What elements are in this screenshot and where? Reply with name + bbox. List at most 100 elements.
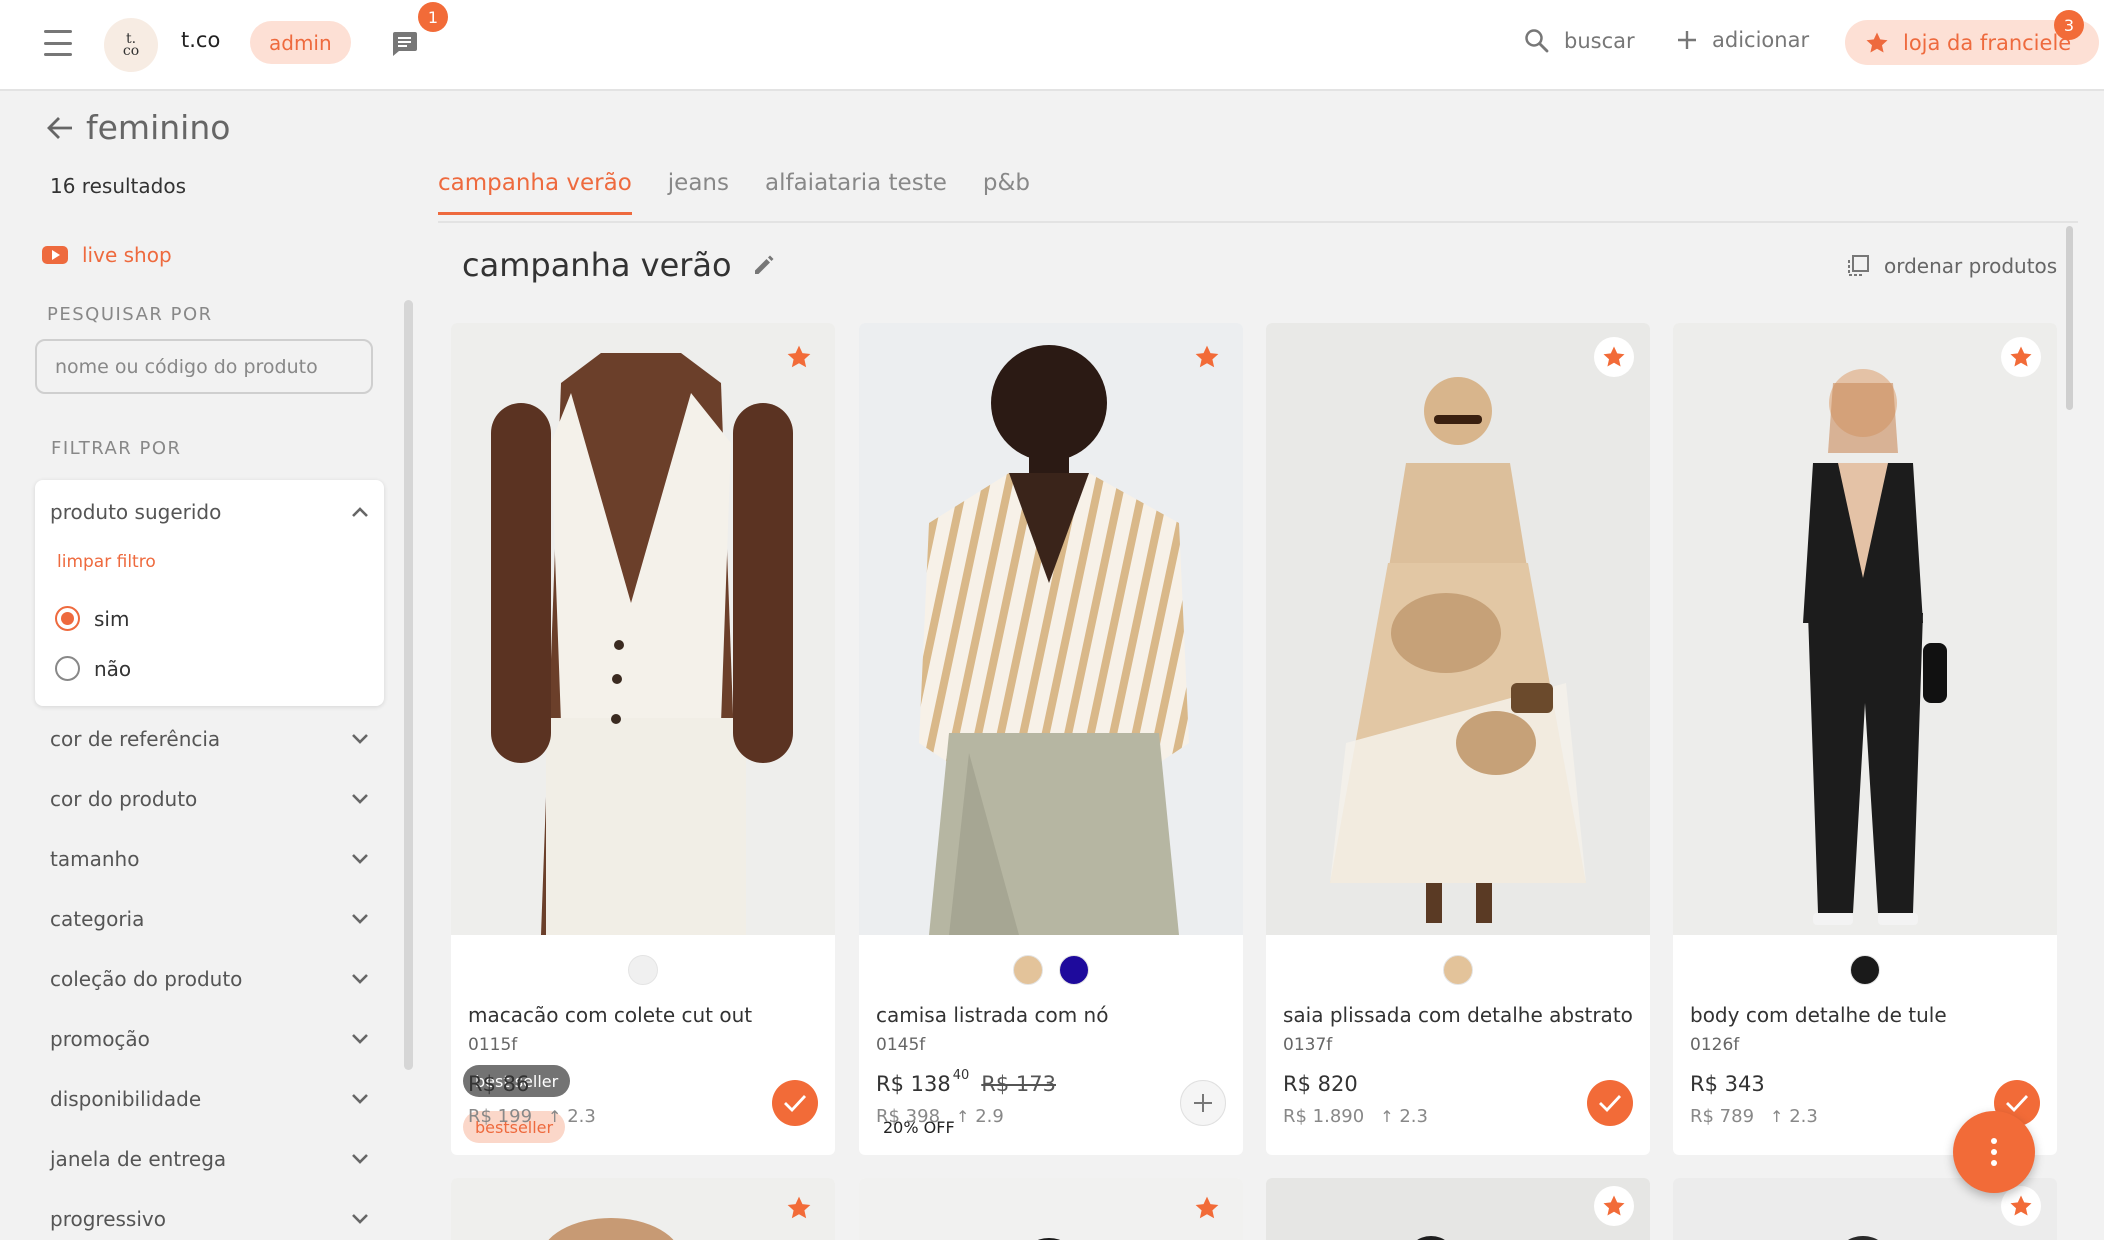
brand-name: t.co	[181, 28, 221, 52]
filter-facet-label: cor de referência	[50, 727, 221, 751]
chevron-down-icon	[352, 1034, 368, 1044]
chevron-down-icon	[352, 1214, 368, 1224]
radio-option-yes[interactable]: sim	[55, 606, 129, 631]
product-price: R$ 343	[1690, 1072, 1765, 1096]
favorite-star-icon[interactable]	[2001, 337, 2041, 377]
filter-facet[interactable]: coleção do produto	[50, 967, 370, 991]
favorite-star-icon[interactable]	[1187, 1188, 1227, 1228]
clear-filter-link[interactable]: limpar filtro	[57, 552, 156, 572]
arrow-up-icon: ↑	[956, 1107, 970, 1126]
product-name[interactable]: body com detalhe de tule	[1690, 1003, 1947, 1027]
color-swatches	[451, 955, 835, 985]
product-card[interactable]: body com detalhe de tule 0126f R$ 343 R$…	[1673, 323, 2057, 1155]
product-price: R$ 820	[1283, 1072, 1358, 1096]
filter-facet[interactable]: promoção	[50, 1027, 370, 1051]
product-card-partial[interactable]	[859, 1178, 1243, 1240]
sidebar-scrollbar[interactable]	[404, 300, 413, 1070]
store-label: loja da franciele	[1903, 30, 2072, 55]
product-image[interactable]	[451, 323, 835, 935]
radio-option-no[interactable]: não	[55, 656, 131, 681]
live-video-icon	[42, 246, 68, 264]
main-scrollbar[interactable]	[2066, 226, 2073, 410]
logo[interactable]: t. co	[104, 18, 158, 72]
filter-suggested-product: produto sugerido limpar filtro sim não	[35, 480, 384, 706]
search-section-label: PESQUISAR POR	[47, 304, 213, 325]
color-swatch[interactable]	[1443, 955, 1473, 985]
product-price: R$ 86	[468, 1072, 529, 1096]
search-icon	[1525, 29, 1549, 53]
section-title: campanha verão	[462, 246, 732, 284]
product-search-input[interactable]	[35, 339, 373, 394]
admin-badge[interactable]: admin	[250, 21, 351, 64]
filter-facet[interactable]: categoria	[50, 907, 370, 931]
results-count: 16 resultados	[50, 174, 186, 198]
add-label: adicionar	[1712, 28, 1810, 52]
product-code: 0126f	[1690, 1035, 1740, 1055]
price-value: R$ 820	[1283, 1072, 1358, 1096]
back-button[interactable]: feminino	[46, 108, 230, 147]
radio-unselected[interactable]	[55, 656, 80, 681]
selected-check-button[interactable]	[1587, 1080, 1633, 1126]
check-icon	[2006, 1095, 2029, 1113]
tab-campanha-verao[interactable]: campanha verão	[438, 170, 632, 215]
product-card[interactable]: saia plissada com detalhe abstrato 0137f…	[1266, 323, 1650, 1155]
plus-icon	[1194, 1094, 1212, 1112]
product-card-partial[interactable]	[451, 1178, 835, 1240]
color-swatch[interactable]	[1059, 955, 1089, 985]
live-shop-label: live shop	[82, 243, 172, 267]
product-card[interactable]: 20% OFF camisa listrada com nó 0145f R$ …	[859, 323, 1243, 1155]
filter-facet-label: promoção	[50, 1027, 150, 1051]
radio-selected[interactable]	[55, 606, 80, 631]
color-swatch[interactable]	[628, 955, 658, 985]
favorite-star-icon[interactable]	[1187, 337, 1227, 377]
chevron-down-icon	[352, 794, 368, 804]
page-title: feminino	[86, 108, 231, 147]
filter-facet[interactable]: cor de referência	[50, 727, 370, 751]
product-code: 0137f	[1283, 1035, 1333, 1055]
filter-facet[interactable]: progressivo	[50, 1207, 370, 1231]
tabs-divider	[438, 221, 2078, 223]
add-button[interactable]: adicionar	[1676, 28, 1809, 52]
favorite-star-icon[interactable]	[779, 337, 819, 377]
product-image[interactable]	[1673, 323, 2057, 935]
chevron-down-icon	[352, 914, 368, 924]
tab-pb[interactable]: p&b	[983, 170, 1030, 215]
chat-icon[interactable]	[390, 28, 422, 58]
product-image[interactable]	[859, 323, 1243, 935]
favorite-star-icon[interactable]	[2001, 1186, 2041, 1226]
markup: ↑ 2.9	[956, 1106, 1004, 1127]
product-name[interactable]: camisa listrada com nó	[876, 1003, 1108, 1027]
price-value: R$ 138 40	[876, 1068, 970, 1096]
selected-check-button[interactable]	[772, 1080, 818, 1126]
filter-facet-label: categoria	[50, 907, 145, 931]
color-swatch[interactable]	[1013, 955, 1043, 985]
favorite-star-icon[interactable]	[1594, 1186, 1634, 1226]
more-vertical-icon[interactable]	[1953, 1111, 2035, 1193]
favorite-star-icon[interactable]	[1594, 337, 1634, 377]
search-button[interactable]: buscar	[1524, 28, 1635, 54]
hamburger-icon[interactable]	[42, 30, 74, 56]
old-price: R$ 173	[981, 1072, 1056, 1096]
product-name[interactable]: saia plissada com detalhe abstrato	[1283, 1003, 1633, 1027]
favorite-star-icon[interactable]	[779, 1188, 819, 1228]
live-shop-link[interactable]: live shop	[42, 243, 172, 267]
tab-alfaiataria-teste[interactable]: alfaiataria teste	[765, 170, 947, 215]
product-image[interactable]	[1266, 323, 1650, 935]
tab-jeans[interactable]: jeans	[668, 170, 729, 215]
filter-facet-label: janela de entrega	[50, 1147, 227, 1171]
product-card[interactable]: best seller bestseller macacão com colet…	[451, 323, 835, 1155]
list-price: R$ 1.890	[1283, 1106, 1365, 1127]
filter-suggested-header[interactable]: produto sugerido	[50, 500, 370, 524]
color-swatch[interactable]	[1850, 955, 1880, 985]
filter-facet[interactable]: cor do produto	[50, 787, 370, 811]
filter-facet[interactable]: janela de entrega	[50, 1147, 370, 1171]
chevron-down-icon	[352, 1094, 368, 1104]
add-product-button[interactable]	[1180, 1080, 1226, 1126]
product-name[interactable]: macacão com colete cut out	[468, 1003, 752, 1027]
filter-facet[interactable]: tamanho	[50, 847, 370, 871]
product-card-partial[interactable]	[1266, 1178, 1650, 1240]
order-products-button[interactable]: ordenar produtos	[1846, 254, 2057, 278]
pencil-icon[interactable]	[752, 253, 776, 277]
price-value: R$ 86	[468, 1072, 530, 1096]
filter-facet[interactable]: disponibilidade	[50, 1087, 370, 1111]
